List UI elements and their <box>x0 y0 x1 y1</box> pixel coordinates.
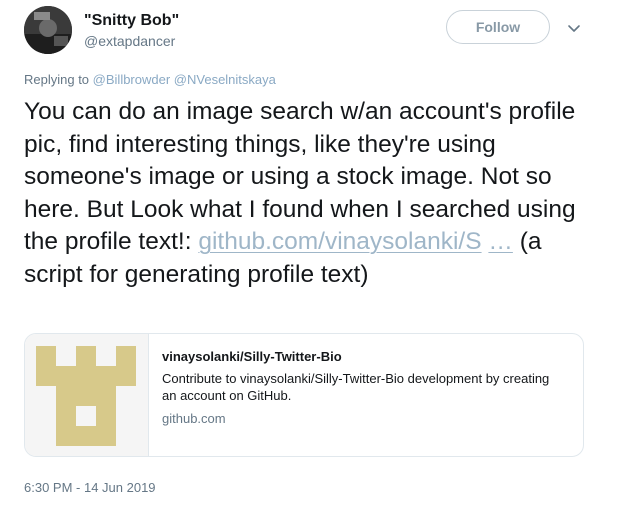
user-handle[interactable]: @extapdancer <box>84 33 175 49</box>
tweet-link[interactable]: github.com/vinaysolanki/S <box>198 228 481 255</box>
follow-button[interactable]: Follow <box>446 10 550 44</box>
github-identicon-icon <box>25 334 148 456</box>
chevron-down-icon[interactable] <box>566 20 582 36</box>
link-preview-card[interactable]: vinaysolanki/Silly-Twitter-Bio Contribut… <box>24 333 584 457</box>
mention-link[interactable]: @NVeselnitskaya <box>174 72 276 87</box>
card-domain: github.com <box>162 411 226 426</box>
tweet-timestamp[interactable]: 6:30 PM - 14 Jun 2019 <box>24 480 156 495</box>
replying-to-label: Replying to <box>24 72 90 87</box>
display-name[interactable]: "Snitty Bob" <box>84 12 179 30</box>
person-photo-avatar-icon <box>24 6 72 54</box>
replying-to-line: Replying to @Billbrowder @NVeselnitskaya <box>24 72 276 87</box>
avatar[interactable] <box>24 6 72 54</box>
card-description: Contribute to vinaysolanki/Silly-Twitter… <box>162 371 550 403</box>
card-title: vinaysolanki/Silly-Twitter-Bio <box>162 349 342 364</box>
tweet-text: You can do an image search w/an account'… <box>24 96 604 291</box>
tweet-link-ellipsis[interactable]: … <box>488 228 513 255</box>
mention-link[interactable]: @Billbrowder <box>93 72 171 87</box>
card-thumbnail <box>25 334 149 456</box>
